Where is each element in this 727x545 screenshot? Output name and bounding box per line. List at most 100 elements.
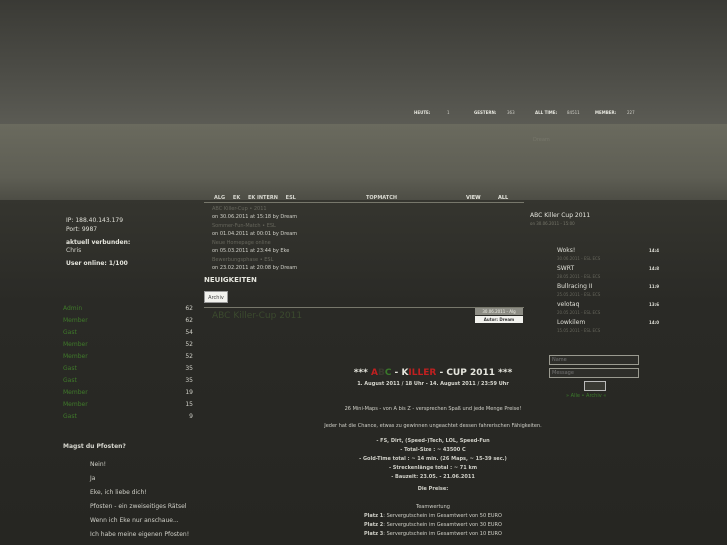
list-item-count: 9 (189, 413, 193, 420)
post-date: 30.06.2011 - Alg (475, 308, 523, 315)
match-opponent[interactable]: SWRT (557, 264, 574, 273)
list-item-label: Member (63, 317, 88, 324)
post-author[interactable]: Autor: Dream (475, 316, 523, 323)
shoutbox-message-input[interactable] (549, 368, 639, 378)
news-item[interactable]: Neue Homepage online on 05.03.2011 at 23… (212, 239, 412, 256)
match-meta: 25.05.2011 - ESL ECS (557, 292, 601, 297)
news-title[interactable]: ABC Killer-Cup • 2011 (212, 205, 412, 213)
list-item[interactable]: Gast 9 (63, 411, 193, 423)
list-item-label: Admin (63, 305, 83, 312)
archive-button[interactable]: Archiv (204, 291, 228, 303)
match-opponent[interactable]: Lowkilem (557, 318, 585, 327)
list-item[interactable]: Member 15 (63, 399, 193, 411)
topmatch-title[interactable]: ABC Killer Cup 2011 (530, 212, 590, 219)
cup-title-b: B (377, 368, 385, 378)
stat-member-label: MEMBER: (595, 110, 617, 115)
news-tabs: ALG EK EK INTERN ESL (214, 195, 302, 201)
prize-row: Platz 3: Servergutschein im Gesamtwert v… (224, 530, 642, 539)
match-score: 14:8 (649, 266, 659, 271)
match-score: 14:0 (649, 320, 659, 325)
poll-option[interactable]: Ja (90, 472, 203, 486)
prize-row: Platz 2: Servergutschein im Gesamtwert v… (224, 521, 642, 530)
match-score: 11:9 (649, 284, 659, 289)
poll-option[interactable]: Wenn ich Eke nur anschaue... (90, 514, 203, 528)
cup-dates: 1. August 2011 / 18 Uhr - 14. August 201… (357, 381, 509, 387)
match-row[interactable]: Woks! 14:4 30.06.2011 - ESL ECS (557, 246, 659, 264)
news-item[interactable]: Bewerbungsphase • ESL on 23.02.2011 at 2… (212, 256, 412, 273)
tab-view[interactable]: VIEW (466, 195, 481, 201)
tab-divider (204, 202, 524, 203)
tab-alg[interactable]: ALG (214, 195, 225, 201)
list-item[interactable]: Member 62 (63, 315, 193, 327)
prize-place: Platz 1 (364, 513, 384, 519)
list-item[interactable]: Member 52 (63, 351, 193, 363)
list-item-label: Gast (63, 365, 77, 372)
connected-heading: aktuell verbunden: (66, 239, 131, 246)
post-title[interactable]: ABC Killer-Cup 2011 (212, 311, 302, 321)
list-item[interactable]: Gast 54 (63, 327, 193, 339)
news-item[interactable]: Sommer-Fun-Match • ESL on 01.04.2011 at … (212, 222, 412, 239)
list-item-label: Gast (63, 413, 77, 420)
shoutbox-links[interactable]: » Alle • Archiv « (566, 393, 606, 399)
users-online: User online: 1/100 (66, 260, 128, 267)
member-list: Admin 62 Member 62 Gast 54 Member 52 Member 5… (63, 303, 193, 423)
match-row[interactable]: SWRT 14:8 28.05.2011 - ESL ECS (557, 264, 659, 282)
list-item[interactable]: Gast 35 (63, 363, 193, 375)
news-meta: on 30.06.2011 at 15:18 by Dream (212, 214, 298, 220)
poll-option[interactable]: Nein! (90, 458, 203, 472)
stat-yesterday-value: 363 (507, 110, 515, 115)
news-title[interactable]: Neue Homepage online (212, 239, 412, 247)
news-title[interactable]: Bewerbungsphase • ESL (212, 256, 412, 264)
news-title[interactable]: Sommer-Fun-Match • ESL (212, 222, 412, 230)
list-item[interactable]: Member 52 (63, 339, 193, 351)
shoutbox-submit-button[interactable] (584, 381, 606, 391)
prize-place: Platz 3 (364, 531, 384, 537)
topmatch-date: on 30.06.2011 - 15:00 (530, 221, 575, 226)
tab-all[interactable]: ALL (498, 195, 508, 201)
match-meta: 20.05.2011 - ESL ECS (557, 310, 601, 315)
tab-ek-intern[interactable]: EK INTERN (248, 195, 278, 201)
tab-esl[interactable]: ESL (286, 195, 296, 201)
poll-option[interactable]: Eke, ich liebe dich! (90, 486, 203, 500)
match-row[interactable]: Lowkilem 14:0 15.05.2011 - ESL ECS (557, 318, 659, 336)
list-item-count: 52 (185, 341, 193, 348)
prize-text: : Servergutschein im Gesamtwert von 50 E… (383, 513, 502, 519)
list-item-label: Member (63, 341, 88, 348)
list-item-label: Gast (63, 329, 77, 336)
match-row[interactable]: velotaq 13:6 20.05.2011 - ESL ECS (557, 300, 659, 318)
spec-line: - Gold-Time total : ~ 14 min. (26 Maps, … (359, 456, 507, 462)
team-label: Teamwertung (416, 504, 450, 510)
list-item[interactable]: Gast 35 (63, 375, 193, 387)
poll-option[interactable]: Ich habe meine eigenen Pfosten! (90, 528, 203, 542)
spec-line: - Total-Size : ~ 43500 C (400, 447, 466, 453)
header-top (0, 0, 727, 124)
match-row[interactable]: Bullracing II 11:9 25.05.2011 - ESL ECS (557, 282, 659, 300)
stat-alltime-label: ALL TIME: (535, 110, 558, 115)
news-item[interactable]: ABC Killer-Cup • 2011 on 30.06.2011 at 1… (212, 205, 412, 222)
match-opponent[interactable]: velotaq (557, 300, 579, 309)
match-score: 14:4 (649, 248, 659, 253)
prize-place: Platz 2 (364, 522, 384, 528)
list-item-count: 52 (185, 353, 193, 360)
poll-question: Magst du Pfosten? (63, 443, 126, 450)
header-band (0, 124, 727, 200)
tab-ek[interactable]: EK (233, 195, 240, 201)
prize-text: : Servergutschein im Gesamtwert von 10 E… (383, 531, 502, 537)
prize-text: : Servergutschein im Gesamtwert von 30 E… (383, 522, 502, 528)
list-item[interactable]: Member 19 (63, 387, 193, 399)
list-item-count: 54 (185, 329, 193, 336)
shoutbox-name-input[interactable] (549, 355, 639, 365)
match-opponent[interactable]: Woks! (557, 246, 575, 255)
news-meta: on 05.03.2011 at 23:44 by Eke (212, 248, 290, 254)
stat-today-value: 1 (447, 110, 450, 115)
list-item-label: Member (63, 401, 88, 408)
tab-topmatch[interactable]: TOPMATCH (366, 195, 397, 201)
connected-user[interactable]: Chris (66, 246, 196, 255)
poll-option[interactable]: Pfosten - ein zweiseitiges Rätsel (90, 500, 203, 514)
list-item[interactable]: Admin 62 (63, 303, 193, 315)
match-score: 13:6 (649, 302, 659, 307)
server-info: IP: 188.40.143.179 Port: 9987 aktuell ve… (66, 216, 196, 267)
cup-title-rest: ILLER (408, 368, 437, 378)
cup-title-a: A (370, 368, 378, 378)
match-opponent[interactable]: Bullracing II (557, 282, 592, 291)
